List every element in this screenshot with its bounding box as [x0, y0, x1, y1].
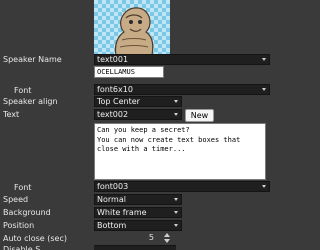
text-dropdown[interactable]: text002 — [94, 109, 182, 120]
chevron-down-icon — [172, 97, 181, 106]
position-label: Position — [3, 221, 35, 230]
position-value: Bottom — [97, 221, 127, 230]
new-text-button[interactable]: New — [185, 109, 214, 122]
speed-value: Normal — [97, 195, 126, 204]
text-body-area[interactable]: Can you keep a secret? You can now creat… — [94, 123, 266, 180]
next-row-dropdown[interactable] — [94, 245, 176, 250]
next-row-label: Disable S — [3, 245, 41, 250]
auto-close-label: Auto close (sec) — [3, 234, 67, 243]
speaker-name-label: Speaker Name — [3, 55, 62, 64]
background-value: White frame — [97, 208, 147, 217]
spinner-arrows-icon[interactable] — [163, 233, 171, 244]
chevron-down-icon — [172, 221, 181, 230]
position-dropdown[interactable]: Bottom — [94, 220, 182, 231]
speaker-align-dropdown[interactable]: Top Center — [94, 96, 182, 107]
speaker-align-label: Speaker align — [3, 97, 58, 106]
speaker-align-value: Top Center — [97, 97, 140, 106]
body-font-dropdown[interactable]: font003 — [94, 181, 270, 192]
text-body-line: close with a timer... — [97, 145, 186, 153]
text-body-line: Can you keep a secret? — [97, 126, 190, 134]
speaker-font-dropdown[interactable]: font6x10 — [94, 84, 270, 95]
chevron-down-icon — [172, 208, 181, 217]
text-value: text002 — [97, 110, 129, 119]
chevron-down-icon — [260, 182, 269, 191]
body-font-value: font003 — [97, 182, 129, 191]
speaker-font-label: Font — [14, 86, 32, 95]
spinner-up-icon[interactable] — [164, 233, 170, 237]
speaker-text-field[interactable]: OCELLAMUS — [94, 66, 164, 78]
background-label: Background — [3, 208, 51, 217]
speaker-font-value: font6x10 — [97, 85, 133, 94]
chevron-down-icon — [260, 55, 269, 64]
speed-dropdown[interactable]: Normal — [94, 194, 182, 205]
speaker-name-value: text001 — [97, 55, 129, 64]
speed-label: Speed — [3, 195, 29, 204]
chevron-down-icon — [260, 85, 269, 94]
portrait-image — [114, 7, 154, 55]
body-font-label: Font — [14, 183, 32, 192]
chevron-down-icon — [172, 110, 181, 119]
chevron-down-icon — [172, 195, 181, 204]
background-dropdown[interactable]: White frame — [94, 207, 182, 218]
text-body-line: You can now create text boxes that — [97, 135, 241, 144]
spinner-down-icon[interactable] — [164, 239, 170, 243]
portrait-preview — [94, 0, 170, 55]
text-label: Text — [3, 110, 20, 119]
auto-close-value: 5 — [148, 233, 154, 242]
auto-close-spinner[interactable]: 5 — [94, 233, 176, 244]
speaker-name-dropdown[interactable]: text001 — [94, 54, 270, 65]
